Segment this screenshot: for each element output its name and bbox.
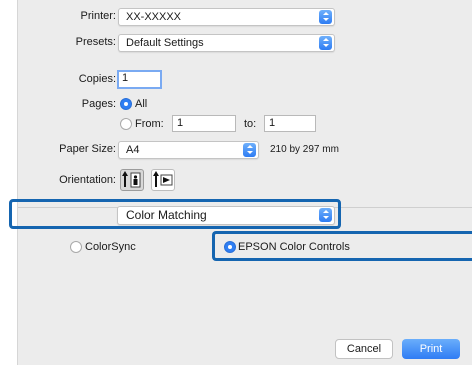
portrait-icon	[122, 171, 141, 188]
pages-to-label: to:	[244, 118, 257, 130]
pages-to-field[interactable]: 1	[264, 115, 316, 132]
presets-label: Presets:	[75, 36, 116, 48]
printer-label: Printer:	[80, 10, 116, 22]
print-dialog: Printer: XX-XXXXX Presets: Default Setti…	[17, 0, 472, 365]
popup-arrows-icon	[319, 10, 332, 24]
pages-all-label: All	[135, 98, 148, 110]
cancel-button[interactable]: Cancel	[335, 339, 393, 359]
presets-popup[interactable]: Default Settings	[118, 34, 335, 52]
epson-option-highlight	[212, 231, 472, 261]
paper-size-popup[interactable]: A4	[118, 141, 259, 159]
colorsync-label: ColorSync	[85, 241, 136, 253]
copies-field[interactable]: 1	[117, 70, 162, 89]
pages-all-radio[interactable]	[120, 98, 132, 110]
landscape-icon	[153, 171, 173, 187]
copies-label: Copies:	[78, 73, 116, 85]
printer-value: XX-XXXXX	[126, 11, 182, 23]
popup-arrows-icon	[243, 143, 256, 157]
paper-size-label: Paper Size:	[59, 143, 116, 155]
section-popup-highlight	[9, 199, 341, 229]
paper-dimensions: 210 by 297 mm	[270, 144, 339, 155]
printer-popup[interactable]: XX-XXXXX	[118, 8, 335, 26]
portrait-orientation-button[interactable]	[120, 169, 144, 191]
landscape-orientation-button[interactable]	[151, 169, 175, 191]
paper-size-value: A4	[126, 144, 140, 156]
pages-from-radio[interactable]	[120, 118, 132, 130]
orientation-label: Orientation:	[59, 174, 116, 186]
pages-from-label: From:	[135, 118, 164, 130]
presets-value: Default Settings	[126, 37, 204, 49]
popup-arrows-icon	[319, 36, 332, 50]
print-button[interactable]: Print	[402, 339, 460, 359]
colorsync-radio[interactable]	[70, 241, 82, 253]
pages-label: Pages:	[81, 98, 116, 110]
pages-from-field[interactable]: 1	[172, 115, 236, 132]
